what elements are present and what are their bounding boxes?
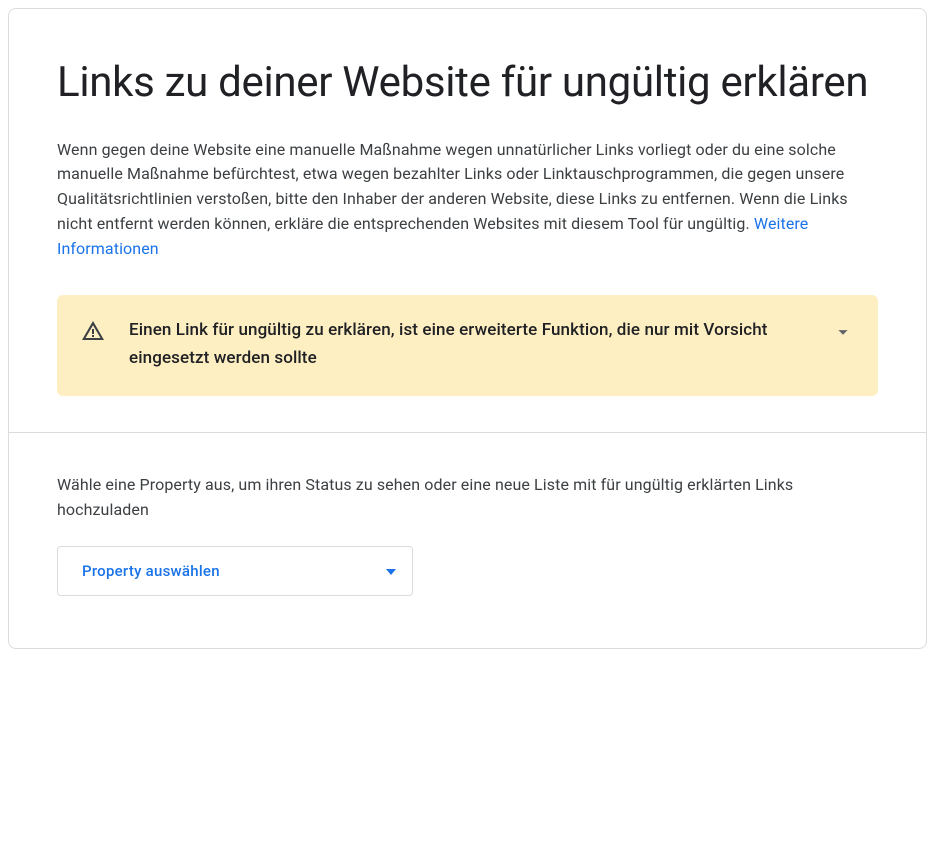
property-select-label: Property auswählen [82,562,220,580]
warning-icon [81,317,105,347]
warning-text: Einen Link für ungültig zu erklären, ist… [129,317,802,371]
warning-panel[interactable]: Einen Link für ungültig zu erklären, ist… [57,295,878,395]
disavow-links-card: Links zu deiner Website für ungültig erk… [8,8,927,649]
caret-down-icon [386,564,396,579]
description-text: Wenn gegen deine Website eine manuelle M… [57,140,848,233]
card-bottom-section: Wähle eine Property aus, um ihren Status… [9,433,926,649]
property-select-button[interactable]: Property auswählen [57,546,413,596]
page-description: Wenn gegen deine Website eine manuelle M… [57,138,878,262]
page-title: Links zu deiner Website für ungültig erk… [57,57,878,110]
card-top-section: Links zu deiner Website für ungültig erk… [9,9,926,432]
property-instruction: Wähle eine Property aus, um ihren Status… [57,473,878,523]
chevron-down-icon [826,317,854,347]
